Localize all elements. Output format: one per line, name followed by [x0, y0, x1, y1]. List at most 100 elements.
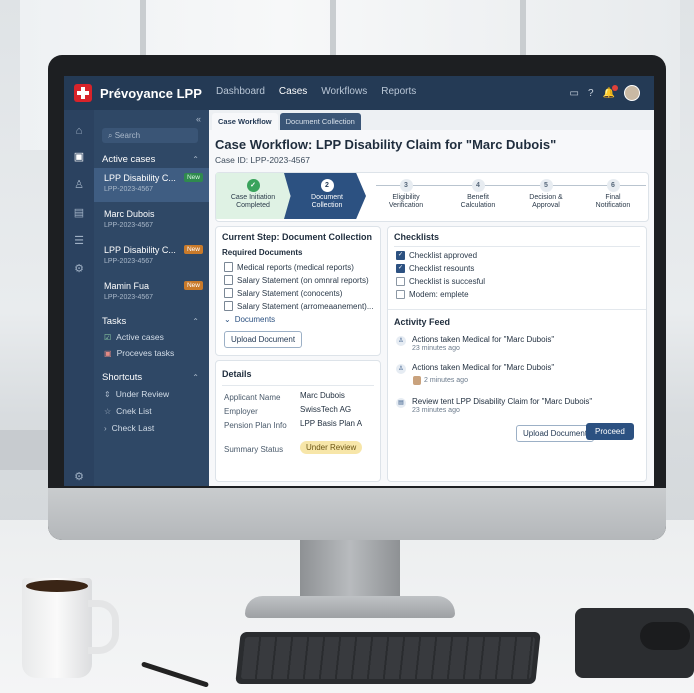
checkbox-checked[interactable]: ✓ [396, 264, 405, 273]
home-icon[interactable]: ⌂ [72, 124, 86, 138]
activity-title: Activity Feed [394, 317, 451, 327]
avatar[interactable] [624, 85, 640, 101]
notification-dot [612, 84, 618, 91]
proceed-button[interactable]: Proceed [586, 423, 634, 440]
checkbox[interactable] [396, 290, 405, 299]
tab-case-workflow[interactable]: Case Workflow [212, 113, 278, 130]
search-input[interactable]: ⌕ Search [102, 128, 198, 143]
checkbox[interactable] [396, 277, 405, 286]
monitor-stand-base [245, 596, 455, 618]
step-case-initiation[interactable]: ✓ Case Initiation Completed [218, 179, 288, 210]
page-title: Case Workflow: LPP Disability Claim for … [215, 137, 557, 152]
monitor-chin [48, 488, 666, 540]
case-id-label: Case ID: LPP-2023-4567 [215, 155, 310, 165]
notification-icon[interactable]: 🔔 [603, 84, 618, 99]
nav-cases[interactable]: Cases [279, 86, 307, 97]
step-number: 3 [399, 179, 413, 192]
checklist-item[interactable]: ✓ Checklist approved [396, 251, 477, 260]
checklist-item[interactable]: ✓ Checklist resounts [396, 264, 474, 273]
case-item[interactable]: Marc Dubois LPP-2023-4567 [94, 204, 209, 238]
step-document-collection[interactable]: 2 Document Collection [294, 179, 360, 210]
avatar [413, 376, 421, 385]
activity-text: Review tent LPP Disability Claim for "Ma… [412, 397, 593, 406]
step-number: 6 [606, 179, 620, 192]
gear-icon[interactable]: ⚙ [72, 262, 86, 276]
activity-time: 2 minutes ago [424, 377, 468, 384]
step-label: Collection [311, 202, 343, 209]
nav-reports[interactable]: Reports [381, 86, 416, 97]
case-title: LPP Disability C... [104, 245, 176, 255]
app-screen: Prévoyance LPP Dashboard Cases Workflows… [64, 76, 654, 486]
top-bar: Prévoyance LPP Dashboard Cases Workflows… [64, 76, 654, 110]
icon-rail: ⌂ ▣ ♙ ▤ ☰ ⚙ ⚙ [64, 110, 94, 486]
step-number: 4 [471, 179, 485, 192]
chevron-up-icon[interactable]: ⌃ [192, 373, 199, 382]
card-title: Checklists [394, 232, 440, 242]
collapse-icon[interactable]: « [196, 114, 201, 124]
checkbox-checked[interactable]: ✓ [396, 251, 405, 260]
documents-toggle[interactable]: ⌄ Documents [224, 315, 275, 324]
chevron-down-icon: ⌄ [224, 315, 231, 324]
mouse [640, 622, 690, 650]
case-title: Marc Dubois [104, 209, 155, 219]
document-item[interactable]: Medical reports (medical reports) [224, 262, 354, 272]
required-docs-title: Required Documents [222, 248, 303, 257]
chevron-up-icon[interactable]: ⌃ [192, 317, 199, 326]
upload-document-button[interactable]: Upload Document [224, 331, 303, 348]
settings-icon[interactable]: ⚙ [72, 470, 86, 484]
checklist-item[interactable]: Modem: emplete [396, 290, 469, 299]
document-item[interactable]: Salary Statement (on omnral reports) [224, 275, 369, 285]
divider [394, 246, 640, 247]
card-title: Details [222, 369, 252, 379]
active-cases-title: Active cases [102, 154, 156, 165]
document-item[interactable]: Salary Statement (conocents) [224, 288, 342, 298]
checklist-label: Checklist resounts [409, 264, 475, 273]
nav-workflows[interactable]: Workflows [321, 86, 367, 97]
shortcut-cnek-list[interactable]: ☆ Cnek List [104, 406, 152, 416]
case-item[interactable]: LPP Disability C... LPP-2023-4567 New [94, 168, 209, 202]
task-proceves[interactable]: ▣ Proceves tasks [104, 348, 174, 358]
detail-value: SwissTech AG [300, 405, 352, 414]
summary-key: Summary Status [224, 445, 284, 454]
case-id: LPP-2023-4567 [104, 222, 154, 229]
shortcut-under-review[interactable]: ⇕ Under Review [104, 389, 169, 399]
case-item[interactable]: LPP Disability C... LPP-2023-4567 New [94, 240, 209, 274]
coffee-mug [22, 578, 92, 678]
sidebar: « ⌕ Search Active cases ⌃ LPP Disability… [94, 110, 209, 486]
activity-text: Actions taken Medical for "Marc Dubois" [412, 363, 555, 372]
user-icon[interactable]: ♙ [72, 178, 86, 192]
document-item[interactable]: Salary Statement (arromeaanement)... [224, 301, 374, 311]
step-final[interactable]: 6 Final Notification [582, 179, 644, 210]
document-label: Salary Statement (conocents) [237, 288, 343, 298]
tab-document-collection[interactable]: Document Collection [279, 113, 361, 130]
check-square-icon: ☑ [104, 332, 112, 342]
step-number: 5 [539, 179, 553, 192]
divider [222, 385, 374, 386]
list-icon[interactable]: ☰ [72, 234, 86, 248]
checklist-item[interactable]: Checklist is succesful [396, 277, 485, 286]
step-label: Final [605, 194, 621, 201]
task-label: Proceves tasks [116, 348, 175, 358]
status-badge: Under Review [300, 441, 363, 454]
case-item[interactable]: Mamin Fua LPP-2023-4567 New [94, 276, 209, 310]
workflow-stepper: ✓ Case Initiation Completed 2 Document C… [215, 172, 649, 222]
chat-icon[interactable]: ▭ [570, 88, 579, 99]
step-eligibility[interactable]: 3 Eligibility Verification [376, 179, 436, 210]
case-id: LPP-2023-4567 [104, 258, 154, 265]
help-icon[interactable]: ? [588, 88, 594, 99]
nav-dashboard[interactable]: Dashboard [216, 86, 265, 97]
shortcut-check-last[interactable]: › Check Last [104, 423, 154, 433]
detail-key: Employer [224, 407, 258, 416]
step-decision[interactable]: 5 Decision & Approval [516, 179, 576, 210]
chevron-up-icon[interactable]: ⌃ [192, 155, 199, 164]
file-icon [224, 288, 233, 298]
task-active-cases[interactable]: ☑ Active cases [104, 332, 164, 342]
upload-document-button[interactable]: Upload Document [516, 425, 595, 442]
step-benefit[interactable]: 4 Benefit Calculation [448, 179, 508, 210]
document-icon: ▤ [396, 398, 406, 408]
brand[interactable]: Prévoyance LPP [74, 84, 202, 102]
calendar-icon[interactable]: ▣ [72, 150, 86, 164]
document-icon[interactable]: ▤ [72, 206, 86, 220]
file-icon [224, 262, 233, 272]
task-icon: ▣ [104, 348, 112, 358]
